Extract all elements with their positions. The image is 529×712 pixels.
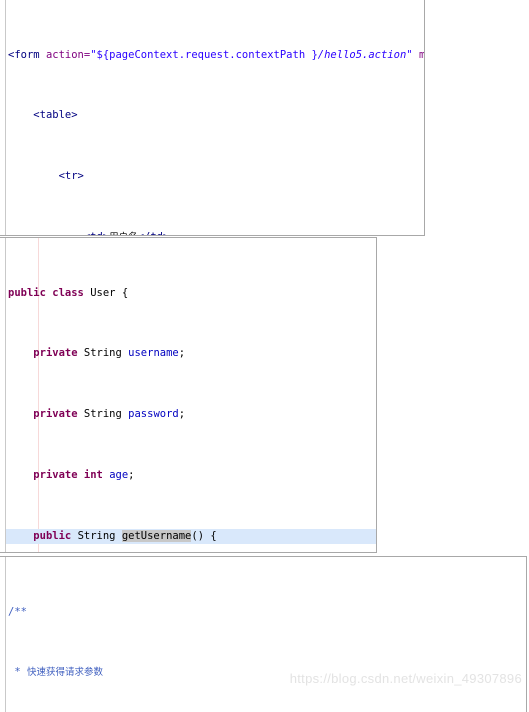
jsp-form-editor-panel[interactable]: <form action="${pageContext.request.cont… bbox=[0, 0, 425, 236]
tag-td-close: </td> bbox=[138, 231, 170, 235]
kw-private: private bbox=[33, 408, 78, 421]
kw-public: public bbox=[33, 529, 72, 542]
field-username: username bbox=[128, 347, 179, 360]
kw-public: public bbox=[8, 286, 46, 299]
tag-tr-open: <tr> bbox=[58, 170, 84, 183]
code-line[interactable]: * 快速获得请求参数 bbox=[6, 665, 526, 680]
value-context-path: "${pageContext.request.contextPath } bbox=[90, 48, 318, 61]
controller-code-area[interactable]: /** * 快速获得请求参数 */ @RequestMapping("/hell… bbox=[6, 557, 526, 712]
field-password: password bbox=[128, 408, 179, 421]
type-string: String bbox=[77, 529, 116, 542]
type-string: String bbox=[83, 408, 122, 421]
jsp-code-area[interactable]: <form action="${pageContext.request.cont… bbox=[6, 0, 424, 235]
code-line-highlighted[interactable]: public String getUsername() { bbox=[6, 528, 376, 544]
code-line[interactable]: /** bbox=[6, 605, 526, 620]
comment-open: /** bbox=[8, 605, 27, 618]
type-string: String bbox=[83, 347, 122, 360]
tag-td-open: <td> bbox=[84, 231, 109, 235]
field-age: age bbox=[109, 469, 129, 481]
code-line[interactable]: private int age; bbox=[6, 468, 376, 483]
model-code-area[interactable]: public class User { private String usern… bbox=[6, 238, 376, 552]
code-line[interactable]: <form action="${pageContext.request.cont… bbox=[6, 48, 424, 63]
class-name-user: User bbox=[90, 286, 116, 299]
controller-editor-panel[interactable]: /** * 快速获得请求参数 */ @RequestMapping("/hell… bbox=[0, 556, 527, 712]
code-line[interactable]: <tr> bbox=[6, 169, 424, 184]
kw-private: private bbox=[33, 469, 78, 481]
tag-table-open: <table> bbox=[33, 109, 78, 122]
attr-method: method= bbox=[418, 48, 425, 61]
kw-int: int bbox=[83, 469, 103, 481]
comment-star: * bbox=[8, 666, 27, 679]
user-model-editor-panel[interactable]: public class User { private String usern… bbox=[0, 237, 377, 553]
tag-form-open: <form bbox=[8, 48, 40, 61]
code-line[interactable]: <td>用户名</td> bbox=[6, 230, 424, 235]
code-line[interactable]: private String password; bbox=[6, 407, 376, 422]
code-line[interactable]: public class User { bbox=[6, 286, 376, 301]
value-action-path: /hello5.action" bbox=[317, 48, 413, 61]
code-line[interactable]: private String username; bbox=[6, 346, 376, 361]
code-line[interactable]: <table> bbox=[6, 108, 424, 123]
method-get-username[interactable]: getUsername bbox=[121, 529, 192, 542]
label-username: 用户名 bbox=[109, 232, 138, 235]
kw-class: class bbox=[52, 286, 84, 299]
attr-action: action= bbox=[45, 48, 91, 61]
comment-text: 快速获得请求参数 bbox=[26, 667, 103, 679]
kw-private: private bbox=[33, 347, 78, 360]
